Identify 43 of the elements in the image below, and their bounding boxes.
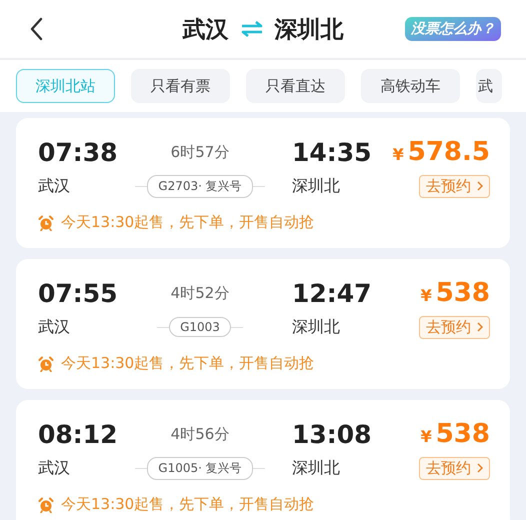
price: 538 [436, 278, 490, 308]
train-card[interactable]: 07:55 4时52分 12:47 ¥538 武汉 G1003 深圳北 去预约 今天13:30起售，先下单，开售自动抢 [16, 259, 510, 389]
train-number: G1005· 复兴号 [147, 456, 253, 480]
filter-chip[interactable]: 高铁动车 [361, 69, 460, 103]
presale-notice: 今天13:30起售，先下单，开售自动抢 [61, 495, 314, 514]
arrival-time: 14:35 [291, 138, 373, 166]
chevron-right-icon [477, 181, 483, 191]
departure-time: 07:55 [38, 278, 119, 308]
arrival-time: 13:08 [291, 420, 373, 448]
departure-time: 08:12 [38, 420, 119, 448]
departure-time: 07:38 [38, 138, 119, 166]
alarm-clock-icon [38, 496, 54, 512]
price: 538 [436, 419, 490, 449]
presale-notice: 今天13:30起售，先下单，开售自动抢 [61, 213, 314, 232]
arrival-station: 深圳北 [291, 458, 341, 478]
filter-chip[interactable]: 武 [476, 69, 502, 103]
departure-station: 武汉 [38, 458, 71, 478]
arrival-time: 12:47 [291, 278, 373, 308]
duration: 4时56分 [170, 424, 230, 444]
arrival-station: 深圳北 [291, 176, 341, 196]
chevron-right-icon [477, 322, 483, 332]
train-number: G1003 [169, 317, 231, 337]
alarm-clock-icon [38, 356, 54, 372]
arrival-city: 深圳北 [274, 16, 344, 44]
train-number: G2703· 复兴号 [147, 174, 253, 198]
back-icon[interactable] [29, 17, 43, 41]
currency-symbol: ¥ [420, 427, 432, 446]
currency-symbol: ¥ [392, 145, 404, 164]
departure-station: 武汉 [38, 316, 71, 338]
arrival-station: 深圳北 [291, 316, 341, 338]
train-card[interactable]: 08:12 4时56分 13:08 ¥538 武汉 G1005· 复兴号 深圳北 去预约 今天13:30起售，先下单，开售自动抢 [16, 400, 510, 520]
filter-chip[interactable]: 只看直达 [246, 69, 345, 103]
duration: 6时57分 [170, 142, 230, 162]
departure-station: 武汉 [38, 176, 71, 196]
alarm-clock-icon [38, 214, 54, 230]
price: 578.5 [408, 137, 490, 167]
chevron-right-icon [477, 463, 483, 473]
train-card[interactable]: 07:38 6时57分 14:35 ¥578.5 武汉 G2703· 复兴号 深圳北 去预约 今天13:30起售，先下单，开售自动抢 [16, 118, 510, 248]
duration: 4时52分 [170, 284, 230, 302]
presale-notice: 今天13:30起售，先下单，开售自动抢 [61, 354, 314, 373]
filter-chip[interactable]: 只看有票 [131, 69, 230, 103]
currency-symbol: ¥ [420, 286, 432, 305]
departure-city: 武汉 [182, 16, 228, 44]
